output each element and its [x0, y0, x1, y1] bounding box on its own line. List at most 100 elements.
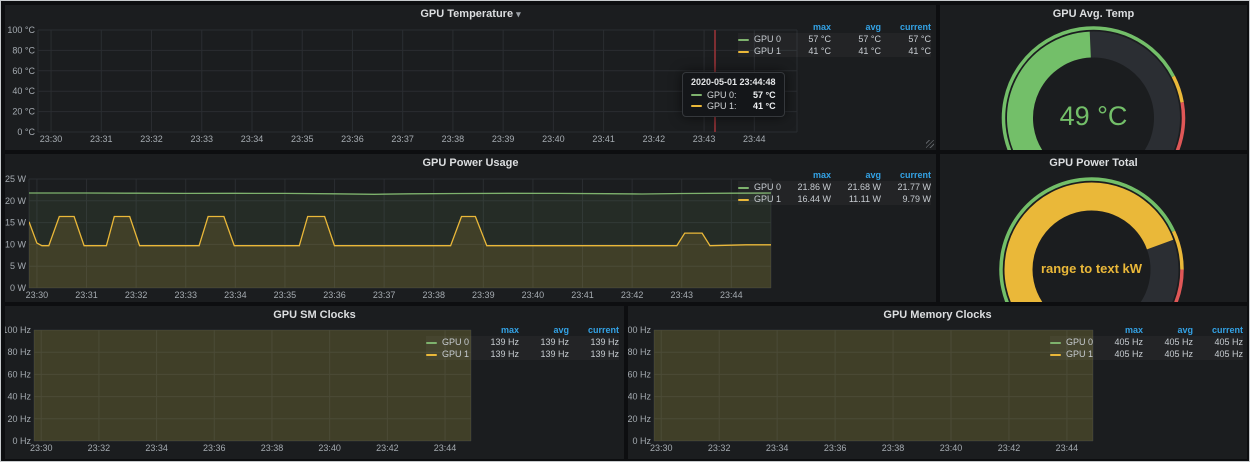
x-tick-label: 23:32 [88, 443, 111, 453]
legend-stat-value: 405 Hz [1093, 336, 1143, 348]
legend-row[interactable]: GPU 141 °C41 °C41 °C [738, 45, 931, 57]
legend-stat-value: 139 Hz [519, 348, 569, 360]
legend-row[interactable]: GPU 1139 Hz139 Hz139 Hz [426, 348, 619, 360]
legend-stat-value: 21.77 W [881, 181, 931, 193]
x-tick-label: 23:32 [125, 290, 148, 300]
legend-stat-value: 139 Hz [569, 336, 619, 348]
x-tick-label: 23:36 [824, 443, 847, 453]
legend-stat-value: 405 Hz [1143, 348, 1193, 360]
y-tick-label: 80 Hz [628, 347, 651, 357]
legend-col-header: avg [1143, 324, 1193, 336]
x-tick-label: 23:31 [90, 134, 113, 144]
series-color-dash [1050, 342, 1061, 344]
legend-col-header: current [569, 324, 619, 336]
legend-col-header: current [881, 21, 931, 33]
legend-row[interactable]: GPU 1405 Hz405 Hz405 Hz [1050, 348, 1243, 360]
legend-col-header: max [781, 169, 831, 181]
gauge-track [1090, 44, 1167, 150]
gpu-avg-temp-gauge: 49 °C [940, 5, 1247, 150]
x-tick-label: 23:40 [542, 134, 565, 144]
legend-row[interactable]: GPU 0405 Hz405 Hz405 Hz [1050, 336, 1243, 348]
x-tick-label: 23:40 [522, 290, 545, 300]
legend-series-name[interactable]: GPU 1 [1066, 349, 1093, 359]
x-tick-label: 23:42 [621, 290, 644, 300]
x-tick-label: 23:37 [373, 290, 396, 300]
legend-series-name[interactable]: GPU 0 [754, 34, 781, 44]
series-color-dash [738, 187, 749, 189]
legend-stat-value: 139 Hz [569, 348, 619, 360]
x-tick-label: 23:31 [75, 290, 98, 300]
series-color-dash [691, 105, 702, 107]
y-tick-label: 0 W [10, 283, 27, 293]
panel-title-gpu-avg-temp[interactable]: GPU Avg. Temp [940, 8, 1247, 20]
panel-title-gpu-temperature[interactable]: GPU Temperature▾ [5, 8, 936, 20]
x-tick-label: 23:30 [650, 443, 673, 453]
x-tick-label: 23:41 [592, 134, 615, 144]
x-tick-label: 23:38 [882, 443, 905, 453]
legend-stat-value: 405 Hz [1193, 348, 1243, 360]
legend-series-name[interactable]: GPU 1 [442, 349, 469, 359]
series-color-dash [738, 199, 749, 201]
panel-title-gpu-power-total[interactable]: GPU Power Total [940, 157, 1247, 169]
x-tick-label: 23:42 [643, 134, 666, 144]
legend-col-header: max [1093, 324, 1143, 336]
y-tick-label: 20 Hz [628, 414, 651, 424]
legend-stat-value: 21.68 W [831, 181, 881, 193]
x-tick-label: 23:38 [261, 443, 284, 453]
legend-stat-value: 41 °C [781, 45, 831, 57]
legend-stat-value: 139 Hz [469, 348, 519, 360]
x-tick-label: 23:44 [1056, 443, 1079, 453]
gpu-power-total-gauge: range to text kW [940, 154, 1247, 302]
legend-row[interactable]: GPU 0139 Hz139 Hz139 Hz [426, 336, 619, 348]
x-tick-label: 23:44 [720, 290, 743, 300]
panel-gpu-power-usage: GPU Power Usage 23:3023:3123:3223:3323:3… [5, 154, 936, 302]
y-tick-label: 0 Hz [632, 436, 651, 446]
x-tick-label: 23:41 [571, 290, 594, 300]
panel-title-gpu-memory-clocks[interactable]: GPU Memory Clocks [628, 309, 1247, 321]
legend-col-header: current [881, 169, 931, 181]
gauge-value-arc [1020, 45, 1090, 150]
series-fill [654, 306, 1093, 441]
legend-series-name[interactable]: GPU 0 [442, 337, 469, 347]
panel-gpu-avg-temp: GPU Avg. Temp 49 °C [940, 5, 1247, 150]
x-tick-label: 23:42 [376, 443, 399, 453]
panel-title-gpu-power-usage[interactable]: GPU Power Usage [5, 157, 936, 169]
legend-stat-value: 16.44 W [781, 193, 831, 205]
x-tick-label: 23:34 [145, 443, 168, 453]
series-color-dash [426, 342, 437, 344]
legend-row[interactable]: GPU 057 °C57 °C57 °C [738, 33, 931, 45]
legend-stat-value: 57 °C [881, 33, 931, 45]
panel-title-gpu-sm-clocks[interactable]: GPU SM Clocks [5, 309, 624, 321]
y-tick-label: 80 Hz [7, 347, 31, 357]
x-tick-label: 23:30 [40, 134, 63, 144]
legend-series-name[interactable]: GPU 0 [1066, 337, 1093, 347]
legend-stat-value: 9.79 W [881, 193, 931, 205]
legend-row[interactable]: GPU 116.44 W11.11 W9.79 W [738, 193, 931, 205]
tooltip-series-value: 41 °C [753, 101, 776, 111]
x-tick-label: 23:38 [442, 134, 465, 144]
panel-gpu-temperature: GPU Temperature▾ 23:3023:3123:3223:3323:… [5, 5, 936, 150]
legend-gpu-sm-clocks: maxavgcurrentGPU 0139 Hz139 Hz139 HzGPU … [426, 324, 619, 360]
panel-title-text: GPU Power Total [1049, 157, 1137, 169]
grafana-dashboard: GPU Temperature▾ 23:3023:3123:3223:3323:… [0, 0, 1250, 462]
legend-col-header: avg [519, 324, 569, 336]
legend-series-name[interactable]: GPU 0 [754, 182, 781, 192]
y-tick-label: 10 W [5, 239, 26, 249]
tooltip-timestamp: 2020-05-01 23:44:48 [691, 77, 776, 87]
legend-gpu-memory-clocks: maxavgcurrentGPU 0405 Hz405 Hz405 HzGPU … [1050, 324, 1243, 360]
legend-series-name[interactable]: GPU 1 [754, 46, 781, 56]
x-tick-label: 23:30 [30, 443, 53, 453]
panel-resize-handle[interactable] [926, 140, 934, 148]
y-tick-label: 15 W [5, 218, 26, 228]
legend-stat-value: 41 °C [881, 45, 931, 57]
tooltip-series-value: 57 °C [753, 90, 776, 100]
legend-gpu-power-usage: maxavgcurrentGPU 021.86 W21.68 W21.77 WG… [738, 169, 931, 205]
legend-row[interactable]: GPU 021.86 W21.68 W21.77 W [738, 181, 931, 193]
panel-title-text: GPU Power Usage [423, 157, 519, 169]
legend-series-name[interactable]: GPU 1 [754, 194, 781, 204]
x-tick-label: 23:38 [422, 290, 445, 300]
series-fill [34, 306, 471, 441]
panel-title-text: GPU SM Clocks [273, 309, 356, 321]
panel-gpu-power-total: GPU Power Total range to text kW [940, 154, 1247, 302]
y-tick-label: 40 °C [12, 86, 35, 96]
